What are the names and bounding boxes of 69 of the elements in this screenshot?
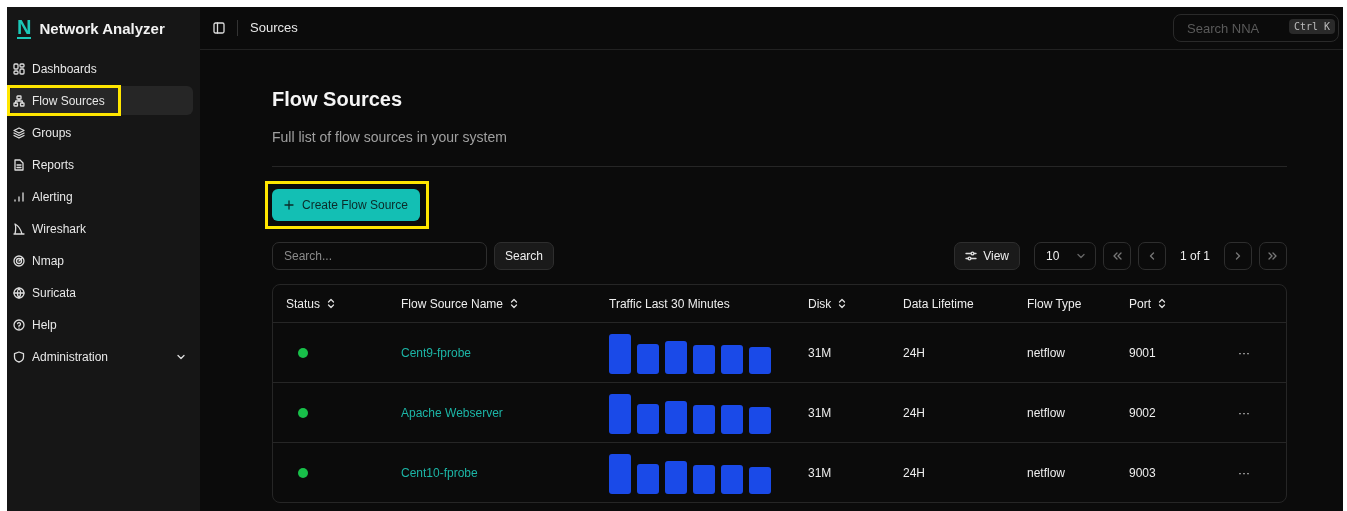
- first-page-button[interactable]: [1102, 242, 1131, 270]
- sidebar-item[interactable]: Groups: [10, 121, 193, 145]
- globe-icon: [13, 287, 25, 299]
- page-subtitle: Full list of flow sources in your system: [272, 129, 508, 145]
- search-button[interactable]: Search: [494, 242, 555, 270]
- view-button[interactable]: View: [954, 242, 1020, 270]
- column-header: Flow Source Name: [401, 296, 504, 311]
- table-cell-text: 24H: [903, 465, 926, 480]
- page-title: Flow Sources: [272, 88, 404, 111]
- table-cell-text: 31M: [808, 345, 833, 360]
- more-button[interactable]: ···: [1238, 345, 1250, 360]
- plus-icon: [284, 200, 294, 210]
- column-header: Traffic Last 30 Minutes: [609, 296, 730, 311]
- column-header: Disk: [808, 296, 832, 311]
- column-header: Flow Type: [1027, 296, 1082, 311]
- table-cell-text: 9002: [1129, 405, 1157, 420]
- last-page-button[interactable]: [1259, 242, 1287, 270]
- help-icon: [13, 319, 25, 331]
- source-link[interactable]: Cent10-fprobe: [401, 465, 478, 480]
- search-field[interactable]: Search...: [272, 242, 487, 270]
- more-button[interactable]: ···: [1238, 465, 1250, 480]
- table-cell-text: netflow: [1027, 465, 1067, 480]
- sidebar-item[interactable]: Wireshark: [10, 217, 193, 241]
- layers-icon: [13, 127, 25, 139]
- sidebar-item[interactable]: Dashboards: [10, 57, 193, 81]
- table-cell-text: 9003: [1129, 465, 1157, 480]
- sort-icon: [838, 298, 847, 309]
- double-chevron-right-icon: [1267, 250, 1279, 262]
- page-indicator: 1 of 1: [1179, 249, 1210, 263]
- table-cell-text: 9001: [1129, 345, 1157, 360]
- sort-icon: [510, 298, 519, 309]
- sidebar-item[interactable]: Flow Sources: [10, 86, 193, 115]
- sort-icon: [1158, 298, 1166, 309]
- source-link[interactable]: Cent9-fprobe: [401, 345, 472, 360]
- bar-chart-icon: [13, 191, 25, 203]
- sidebar-item[interactable]: Suricata: [10, 281, 193, 305]
- sidebar-item[interactable]: Administration: [10, 345, 193, 369]
- table-cell-text: 24H: [903, 345, 926, 360]
- column-header: Data Lifetime: [903, 296, 974, 311]
- table-cell-text: netflow: [1027, 405, 1067, 420]
- document-icon: [13, 159, 25, 171]
- sort-icon: [327, 298, 336, 309]
- logo-mark: N: [17, 17, 32, 39]
- table-cell-text: 31M: [808, 465, 833, 480]
- next-page-button[interactable]: [1224, 242, 1252, 270]
- hierarchy-icon: [13, 94, 25, 107]
- page-size-select[interactable]: 10: [1033, 242, 1096, 270]
- app-name: Network Analyzer: [39, 19, 165, 37]
- column-header: Status: [286, 296, 321, 311]
- sliders-icon: [965, 250, 978, 262]
- previous-page-button[interactable]: [1137, 242, 1166, 270]
- column-header: Port: [1129, 296, 1151, 311]
- table-cell-text: 31M: [808, 405, 833, 420]
- radar-icon: [13, 255, 25, 267]
- fin-icon: [13, 223, 25, 235]
- sidebar-item[interactable]: Reports: [10, 153, 193, 177]
- more-button[interactable]: ···: [1238, 405, 1250, 420]
- source-link[interactable]: Apache Webserver: [401, 405, 503, 420]
- sidebar-item[interactable]: Alerting: [10, 185, 193, 209]
- table-cell-text: netflow: [1027, 345, 1067, 360]
- breadcrumb: Sources: [237, 20, 298, 36]
- table-cell-text: 24H: [903, 405, 926, 420]
- shield-icon: [13, 351, 25, 363]
- sidebar-toggle-icon[interactable]: [213, 22, 225, 34]
- sidebar-item[interactable]: Help: [10, 313, 193, 337]
- create-button[interactable]: Create Flow Source: [272, 189, 421, 221]
- shortcut-key: Ctrl K: [1288, 19, 1335, 34]
- grid-icon: [13, 63, 25, 75]
- sidebar-item[interactable]: Nmap: [10, 249, 193, 273]
